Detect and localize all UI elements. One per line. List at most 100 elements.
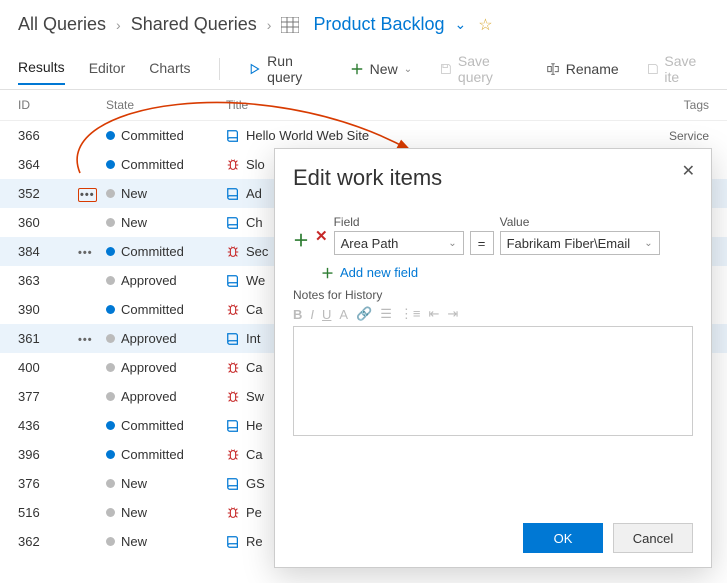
field-dropdown-container: Field Area Path ⌄ [334, 215, 464, 255]
cell-id: 364 [18, 157, 78, 172]
cell-id: 362 [18, 534, 78, 549]
separator [219, 58, 220, 80]
state-dot-icon [106, 160, 115, 169]
dialog-buttons: OK Cancel [523, 523, 693, 553]
close-icon[interactable]: ✕ [676, 159, 701, 183]
state-dot-icon [106, 479, 115, 488]
bug-icon [226, 245, 240, 259]
add-new-field-label: Add new field [340, 265, 418, 280]
tab-charts[interactable]: Charts [149, 54, 190, 84]
edit-work-items-dialog: ✕ Edit work items ＋ ✕ Field Area Path ⌄ … [274, 148, 712, 568]
col-title[interactable]: Title [226, 98, 649, 112]
numbering-button[interactable]: ⋮≡ [400, 306, 421, 322]
state-dot-icon [106, 392, 115, 401]
bug-icon [226, 361, 240, 375]
bullets-button[interactable]: ☰ [380, 306, 392, 322]
cell-state: Approved [106, 360, 226, 375]
cell-id: 516 [18, 505, 78, 520]
field-row: ＋ ✕ Field Area Path ⌄ = Value Fabrikam F… [293, 215, 693, 255]
outdent-button[interactable]: ⇤ [429, 306, 440, 322]
value-dropdown-container: Value Fabrikam Fiber\Email ⌄ [500, 215, 660, 255]
cell-state: Approved [106, 331, 226, 346]
state-dot-icon [106, 421, 115, 430]
table-row[interactable]: 366CommittedHello World Web SiteService [0, 121, 727, 150]
state-dot-icon [106, 131, 115, 140]
add-new-field-link[interactable]: ＋ Add new field [321, 263, 693, 282]
breadcrumb: All Queries › Shared Queries › Product B… [0, 0, 727, 39]
run-query-button[interactable]: Run query [247, 49, 323, 89]
col-more [78, 98, 106, 112]
add-remove-controls: ＋ ✕ [293, 227, 328, 255]
italic-button[interactable]: I [310, 307, 314, 322]
new-button[interactable]: New ⌄ [348, 57, 414, 81]
book-icon [226, 216, 240, 230]
cell-state: Committed [106, 447, 226, 462]
tabs-toolbar: Results Editor Charts Run query New ⌄ Sa… [0, 39, 727, 90]
chevron-right-icon: › [267, 17, 272, 33]
font-size-button[interactable]: A [339, 307, 348, 322]
ok-button[interactable]: OK [523, 523, 603, 553]
state-dot-icon [106, 508, 115, 517]
state-dot-icon [106, 305, 115, 314]
bold-button[interactable]: B [293, 307, 302, 322]
breadcrumb-mid[interactable]: Shared Queries [131, 14, 257, 35]
dialog-title: Edit work items [293, 165, 693, 191]
cell-title[interactable]: Hello World Web Site [226, 128, 649, 143]
cell-id: 376 [18, 476, 78, 491]
cell-state: New [106, 534, 226, 549]
tab-results[interactable]: Results [18, 53, 65, 85]
chevron-down-icon: ⌄ [404, 64, 412, 75]
breadcrumb-root[interactable]: All Queries [18, 14, 106, 35]
save-icon [647, 62, 659, 76]
cell-state: New [106, 476, 226, 491]
value-value: Fabrikam Fiber\Email [507, 236, 631, 251]
state-dot-icon [106, 450, 115, 459]
cell-state: Committed [106, 302, 226, 317]
cancel-button[interactable]: Cancel [613, 523, 693, 553]
row-actions-icon[interactable]: ••• [78, 334, 93, 346]
chevron-down-icon: ⌄ [644, 238, 652, 249]
save-items-button: Save ite [645, 49, 709, 89]
link-button[interactable]: 🔗 [356, 306, 372, 322]
cell-state: Committed [106, 418, 226, 433]
field-dropdown[interactable]: Area Path ⌄ [334, 231, 464, 255]
add-row-icon[interactable]: ＋ [293, 227, 309, 251]
state-dot-icon [106, 247, 115, 256]
book-icon [226, 419, 240, 433]
field-label: Field [334, 215, 464, 229]
bug-icon [226, 390, 240, 404]
state-dot-icon [106, 334, 115, 343]
value-dropdown[interactable]: Fabrikam Fiber\Email ⌄ [500, 231, 660, 255]
notes-textarea[interactable] [293, 326, 693, 436]
cell-id: 400 [18, 360, 78, 375]
operator-box[interactable]: = [470, 231, 494, 255]
bug-icon [226, 506, 240, 520]
save-query-label: Save query [458, 53, 518, 85]
indent-button[interactable]: ⇥ [447, 306, 458, 322]
bug-icon [226, 158, 240, 172]
breadcrumb-current[interactable]: Product Backlog [313, 14, 444, 35]
remove-row-icon[interactable]: ✕ [315, 227, 328, 251]
chevron-down-icon[interactable]: ⌄ [455, 16, 467, 33]
book-icon [226, 535, 240, 549]
col-tags[interactable]: Tags [649, 98, 709, 112]
plus-icon [350, 62, 364, 76]
new-label: New [370, 61, 398, 77]
underline-button[interactable]: U [322, 307, 331, 322]
rename-button[interactable]: Rename [544, 57, 621, 81]
col-id[interactable]: ID [18, 98, 78, 112]
cell-id: 366 [18, 128, 78, 143]
field-value: Area Path [341, 236, 399, 251]
plus-icon: ＋ [321, 263, 334, 282]
book-icon [226, 332, 240, 346]
row-actions-icon[interactable]: ••• [78, 247, 93, 259]
tab-editor[interactable]: Editor [89, 54, 126, 84]
rename-icon [546, 62, 560, 76]
favorite-icon[interactable]: ☆ [478, 15, 492, 35]
state-dot-icon [106, 218, 115, 227]
row-actions-icon[interactable]: ••• [78, 188, 97, 202]
book-icon [226, 274, 240, 288]
chevron-down-icon: ⌄ [448, 238, 456, 249]
cell-state: Committed [106, 128, 226, 143]
col-state[interactable]: State [106, 98, 226, 112]
